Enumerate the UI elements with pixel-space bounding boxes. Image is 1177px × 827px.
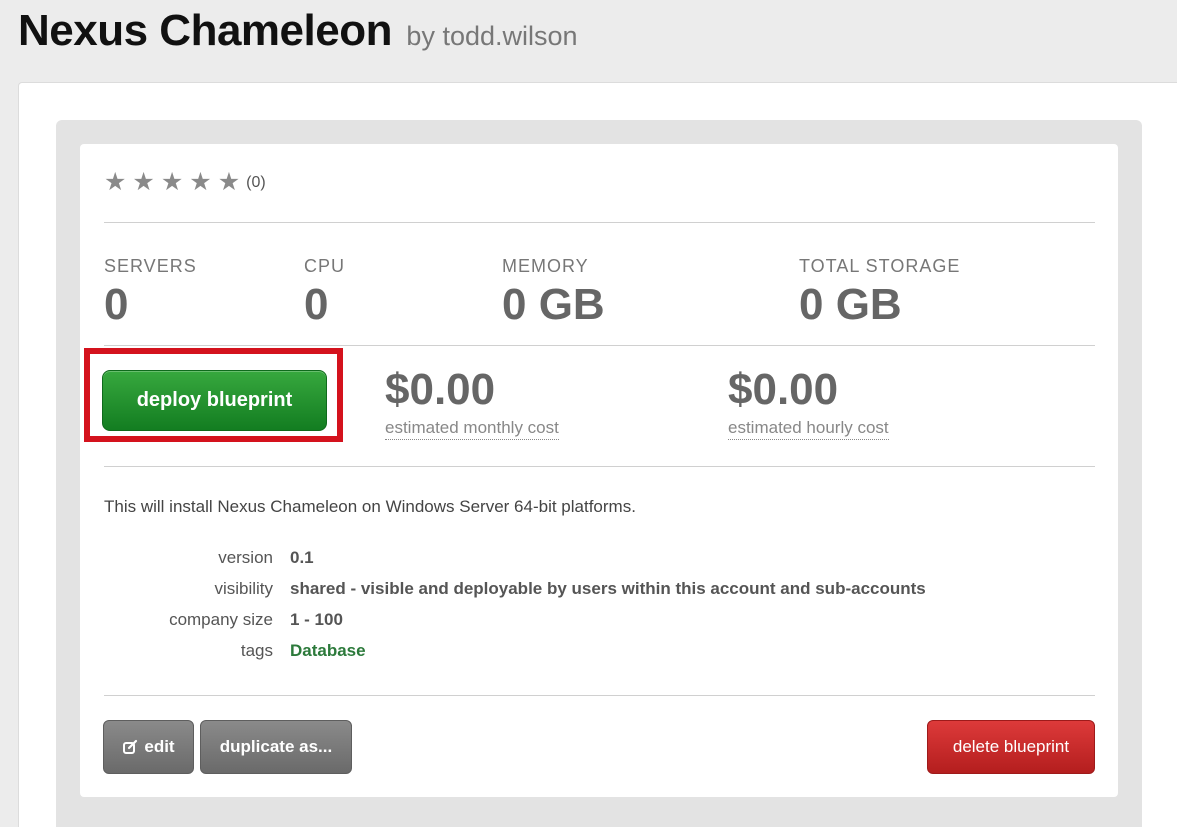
star-icon[interactable]: ★ bbox=[132, 170, 154, 195]
stat-value: 0 bbox=[104, 280, 129, 329]
stat-servers: SERVERS 0 bbox=[104, 256, 197, 329]
rating-count: (0) bbox=[246, 173, 266, 191]
monthly-cost-label[interactable]: estimated monthly cost bbox=[385, 418, 559, 441]
detail-row-version: version 0.1 bbox=[104, 542, 926, 573]
blueprint-details: version 0.1 visibility shared - visible … bbox=[104, 542, 926, 666]
stat-label: MEMORY bbox=[502, 256, 589, 276]
edit-button[interactable]: edit bbox=[103, 720, 194, 774]
star-icon[interactable]: ★ bbox=[104, 170, 126, 195]
delete-blueprint-button[interactable]: delete blueprint bbox=[927, 720, 1095, 774]
edit-icon bbox=[122, 739, 138, 755]
divider bbox=[104, 345, 1095, 346]
monthly-cost: $0.00 estimated monthly cost bbox=[385, 365, 559, 441]
detail-key: company size bbox=[169, 609, 273, 629]
blueprint-author: by todd.wilson bbox=[406, 21, 578, 51]
stat-label: CPU bbox=[304, 256, 346, 276]
blueprint-description: This will install Nexus Chameleon on Win… bbox=[104, 497, 636, 516]
detail-key: version bbox=[218, 547, 273, 567]
duplicate-as-button[interactable]: duplicate as... bbox=[200, 720, 352, 774]
detail-key: tags bbox=[240, 640, 273, 660]
stat-value: 0 GB bbox=[799, 280, 902, 329]
monthly-cost-amount: $0.00 bbox=[385, 365, 496, 414]
detail-row-company-size: company size 1 - 100 bbox=[104, 604, 926, 635]
hourly-cost-label[interactable]: estimated hourly cost bbox=[728, 418, 889, 441]
hourly-cost-amount: $0.00 bbox=[728, 365, 839, 414]
tag-link[interactable]: Database bbox=[290, 641, 366, 661]
stat-total-storage: TOTAL STORAGE 0 GB bbox=[799, 256, 960, 329]
stat-label: TOTAL STORAGE bbox=[799, 256, 961, 276]
detail-value: 0.1 bbox=[290, 547, 314, 567]
stat-value: 0 GB bbox=[502, 280, 605, 329]
page-title: Nexus Chameleon by todd.wilson bbox=[18, 6, 578, 56]
detail-row-visibility: visibility shared - visible and deployab… bbox=[104, 573, 926, 604]
star-icon[interactable]: ★ bbox=[189, 170, 211, 195]
divider bbox=[104, 222, 1095, 223]
detail-value: shared - visible and deployable by users… bbox=[290, 578, 926, 598]
detail-value: 1 - 100 bbox=[290, 609, 343, 629]
divider bbox=[104, 466, 1095, 467]
stat-label: SERVERS bbox=[104, 256, 197, 276]
star-icon[interactable]: ★ bbox=[161, 170, 183, 195]
stat-value: 0 bbox=[304, 280, 329, 329]
detail-key: visibility bbox=[214, 578, 273, 598]
blueprint-card: ★ ★ ★ ★ ★ (0) SERVERS 0 CPU 0 MEMORY 0 G… bbox=[80, 144, 1118, 797]
divider bbox=[104, 695, 1095, 696]
stat-cpu: CPU 0 bbox=[304, 256, 345, 329]
edit-button-label: edit bbox=[144, 737, 175, 756]
blueprint-title: Nexus Chameleon bbox=[18, 6, 392, 55]
rating: ★ ★ ★ ★ ★ (0) bbox=[104, 170, 266, 195]
star-icon[interactable]: ★ bbox=[218, 170, 240, 195]
stat-memory: MEMORY 0 GB bbox=[502, 256, 605, 329]
detail-row-tags: tags Database bbox=[104, 635, 926, 666]
hourly-cost: $0.00 estimated hourly cost bbox=[728, 365, 889, 441]
deploy-blueprint-button[interactable]: deploy blueprint bbox=[102, 370, 327, 431]
